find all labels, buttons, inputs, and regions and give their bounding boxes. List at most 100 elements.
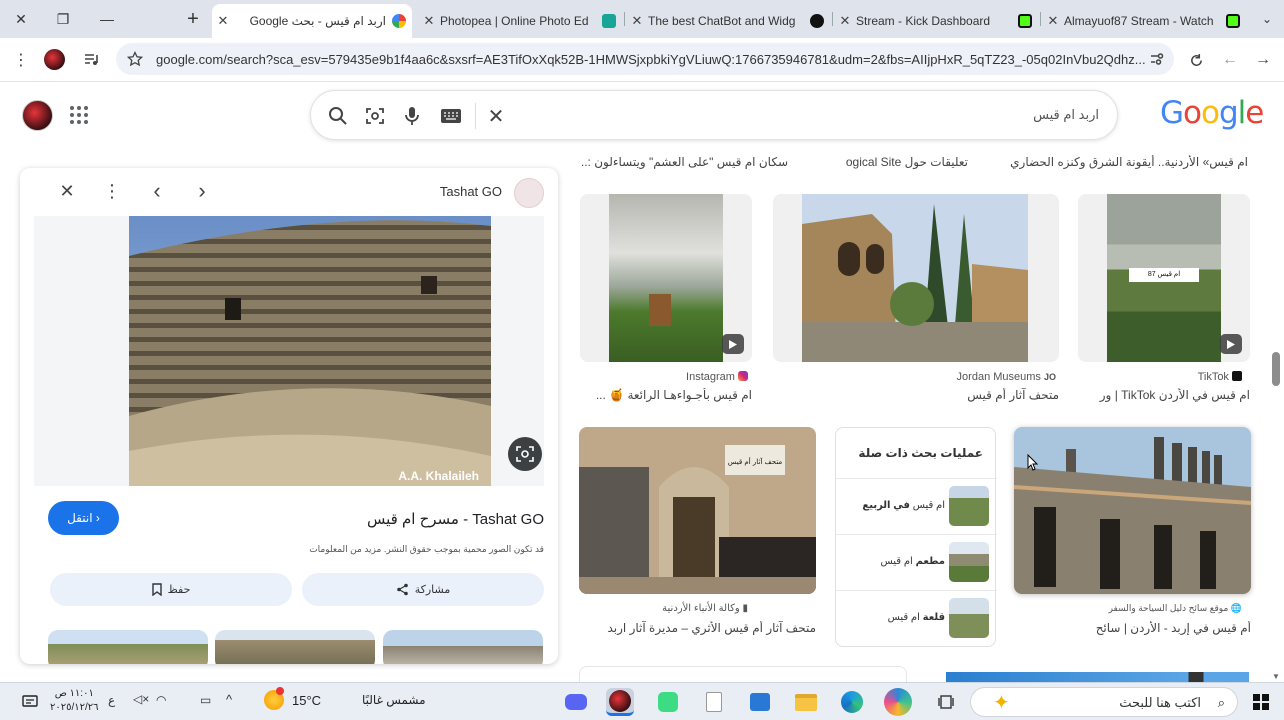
minimize-window-icon[interactable]: — — [86, 0, 128, 38]
tab-title: Stream - Kick Dashboard — [856, 14, 991, 28]
related-image-thumb[interactable] — [215, 630, 375, 664]
result-image-museum-entrance[interactable]: متحف آثار أم قيس — [579, 427, 816, 594]
more-options-icon[interactable]: ⋮ — [101, 180, 123, 202]
result-image-tiktok[interactable]: ام قيس 87 — [1078, 194, 1250, 362]
clock[interactable]: ١١:٠١ ص ٢٠٢٥/١٢/٢٦ — [50, 687, 99, 715]
related-query: ام قيس — [887, 612, 923, 623]
result-caption[interactable]: ام قيس» الأردنية.. أيقونة الشرق وكنزه ال… — [1002, 155, 1248, 169]
input-language[interactable]: ع — [108, 693, 115, 707]
microsoft-store-icon[interactable] — [746, 688, 774, 716]
related-image-thumb[interactable] — [383, 630, 543, 664]
share-button[interactable]: مشاركة — [302, 573, 544, 606]
account-avatar[interactable] — [22, 100, 53, 131]
page-scrollbar[interactable] — [1272, 352, 1280, 386]
tab-close-icon[interactable]: ✕ — [212, 13, 234, 29]
clock-date: ٢٠٢٥/١٢/٢٦ — [50, 702, 99, 713]
result-image-partial[interactable] — [946, 672, 1249, 682]
result-caption[interactable]: سكان ام قيس "على العشم" ويتساءلون :... — [582, 155, 788, 169]
tab-photopea[interactable]: ✕ Photopea | Online Photo Ed — [418, 4, 622, 38]
previous-image-icon[interactable]: ‹ — [146, 178, 168, 203]
search-inside-image-icon[interactable] — [508, 437, 542, 471]
forward-icon[interactable]: ← — [1219, 49, 1241, 71]
related-search-item[interactable]: ام قيس في الربيع — [836, 478, 997, 534]
restore-window-icon[interactable]: ❐ — [42, 0, 84, 38]
result-image-instagram[interactable] — [580, 194, 752, 362]
source-name[interactable]: Tashat GO — [440, 184, 502, 199]
tab-kick-stream[interactable]: ✕ Almayuof87 Stream - Watch — [1042, 4, 1246, 38]
next-image-icon[interactable]: › — [191, 178, 213, 203]
tab-search-chevron-icon[interactable]: ⌄ — [1246, 0, 1284, 38]
theatre-image[interactable]: A.A. Khalaileh — [129, 216, 491, 486]
result-caption[interactable]: تعليقات حول ogical Site — [818, 155, 968, 169]
voice-search-icon[interactable] — [401, 105, 423, 127]
weather-text[interactable]: مشمس غالبًا — [362, 693, 426, 707]
close-window-icon[interactable]: ✕ — [0, 0, 42, 38]
copyright-note[interactable]: قد تكون الصور محمية بموجب حقوق النشر. مز… — [309, 544, 544, 555]
tab-kick-dashboard[interactable]: ✕ Stream - Kick Dashboard — [834, 4, 1038, 38]
search-icon[interactable] — [327, 105, 349, 127]
result-source[interactable]: TikTok — [1198, 371, 1242, 383]
discord-icon[interactable] — [562, 688, 590, 716]
google-header: ✕ اربد ام قيس Google — [0, 82, 1284, 152]
result-caption[interactable]: ام قيس بأجـواءهـا الرائعة 🍯 ... — [580, 388, 752, 402]
tab-google-search[interactable]: ✕ اربد ام قيس - بحث Google — [212, 4, 412, 38]
apps-grid-icon[interactable] — [68, 104, 90, 126]
result-caption[interactable]: أم قيس في إربد - الأردن | سائح — [1014, 621, 1251, 635]
result-source[interactable]: موقع سائح دليل السياحة والسفر 🌐 — [1109, 603, 1242, 614]
battery-icon[interactable]: ▭ — [200, 693, 211, 707]
profile-avatar[interactable] — [44, 49, 65, 70]
android-app-icon[interactable] — [654, 688, 682, 716]
clear-search-icon[interactable]: ✕ — [485, 105, 507, 128]
reload-icon[interactable] — [1185, 49, 1207, 71]
tab-close-icon[interactable]: ✕ — [626, 13, 648, 29]
tab-close-icon[interactable]: ✕ — [834, 13, 856, 29]
show-hidden-icons-icon[interactable]: ^ — [226, 692, 232, 707]
share-icon — [396, 583, 409, 596]
edge-browser-icon[interactable] — [838, 688, 866, 716]
close-panel-icon[interactable]: ✕ — [56, 180, 78, 202]
chrome-profile-taskbar-icon[interactable] — [606, 688, 634, 716]
notepad-icon[interactable] — [700, 688, 728, 716]
related-search-item[interactable]: مطعم ام قيس — [836, 534, 997, 590]
result-card-partial[interactable] — [579, 666, 907, 682]
visit-button[interactable]: انتقل › — [48, 501, 119, 535]
tab-chatbot[interactable]: ✕ The best ChatBot and Widg — [626, 4, 830, 38]
lens-search-icon[interactable] — [364, 105, 386, 127]
related-search-item[interactable]: قلعة ام قيس — [836, 590, 997, 646]
image-title[interactable]: مسرح ام قيس - Tashat GO — [367, 510, 544, 528]
wifi-icon[interactable]: ◠ — [156, 693, 166, 707]
result-source[interactable]: Jordan Museums JO — [957, 371, 1056, 383]
taskbar-search-box[interactable]: ⌕ اكتب هنا للبحث ✦ — [970, 687, 1238, 717]
save-button[interactable]: حفظ — [50, 573, 292, 606]
volume-muted-icon[interactable]: ◁× — [133, 692, 149, 706]
result-caption[interactable]: متحف آثار أم قيس — [773, 388, 1059, 402]
menu-dots-icon[interactable]: ⋮ — [10, 49, 32, 71]
media-controls-icon[interactable] — [80, 49, 102, 71]
related-searches-title: عمليات بحث ذات صلة — [858, 446, 983, 460]
keyboard-icon[interactable] — [439, 105, 463, 127]
result-source[interactable]: وكالة الأنباء الأردنية ▮ — [662, 603, 748, 614]
file-explorer-icon[interactable] — [792, 688, 820, 716]
site-settings-icon[interactable] — [1148, 50, 1166, 68]
bookmark-star-icon[interactable] — [126, 50, 144, 68]
result-caption[interactable]: ام قيس في الأردن TikTok | ور — [1078, 388, 1250, 402]
weather-temp[interactable]: 15°C — [292, 693, 321, 708]
google-logo[interactable]: Google — [1160, 95, 1264, 131]
new-tab-icon[interactable]: + — [172, 0, 214, 38]
result-image-museum[interactable] — [773, 194, 1059, 362]
result-caption[interactable]: متحف آثار أم قيس الأثري – مديرة آثار ارب… — [579, 621, 816, 635]
related-image-thumb[interactable] — [48, 630, 208, 664]
result-source[interactable]: Instagram — [686, 371, 748, 383]
start-windows-icon[interactable] — [1247, 688, 1275, 716]
search-box[interactable]: ✕ اربد ام قيس — [310, 90, 1118, 140]
omnibox[interactable]: google.com/search?sca_esv=579435e9b1f4aa… — [116, 43, 1174, 75]
related-query-bold: قلعة — [922, 612, 945, 623]
scroll-down-icon[interactable]: ▼ — [1272, 672, 1280, 681]
tab-close-icon[interactable]: ✕ — [418, 13, 440, 29]
copilot-icon[interactable] — [884, 688, 912, 716]
task-view-icon[interactable] — [932, 688, 960, 716]
notification-icon[interactable] — [16, 688, 44, 716]
tab-close-icon[interactable]: ✕ — [1042, 13, 1064, 29]
result-image-ruins[interactable] — [1014, 427, 1251, 594]
back-icon[interactable]: → — [1252, 49, 1274, 71]
